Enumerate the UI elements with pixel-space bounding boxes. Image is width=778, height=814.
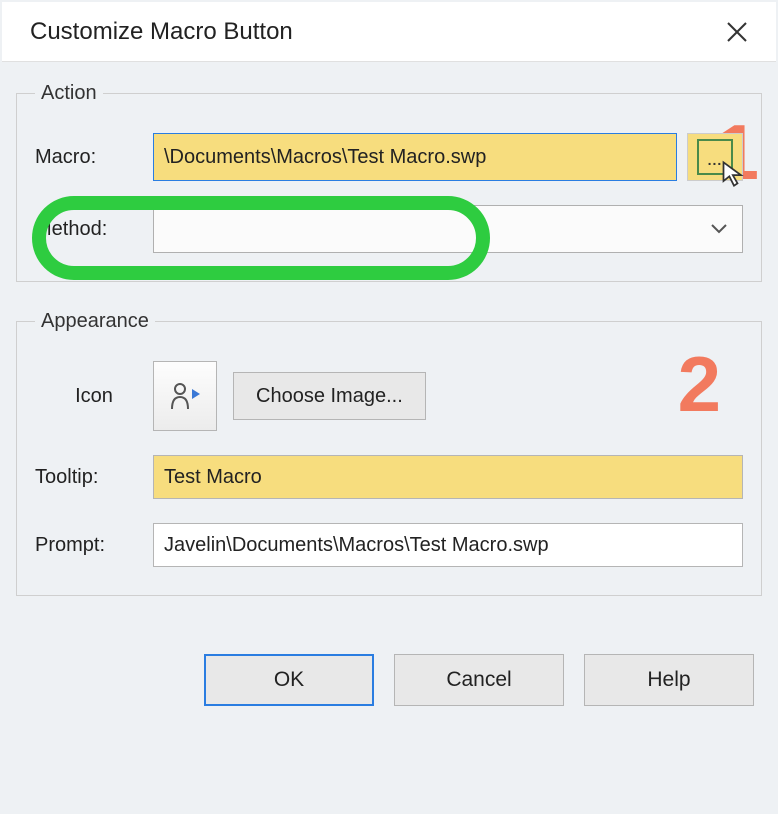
chevron-down-icon xyxy=(710,223,728,235)
method-label: Method: xyxy=(35,218,153,241)
prompt-row: Prompt: Javelin\Documents\Macros\Test Ma… xyxy=(35,523,743,567)
tooltip-input[interactable]: Test Macro xyxy=(153,455,743,499)
macro-input[interactable]: \Documents\Macros\Test Macro.swp xyxy=(153,133,677,181)
cursor-icon xyxy=(720,160,748,188)
icon-preview-button[interactable] xyxy=(153,361,217,431)
choose-image-label: Choose Image... xyxy=(256,385,403,408)
icon-row: Icon Choose Image... xyxy=(35,361,743,431)
ok-button[interactable]: OK xyxy=(204,654,374,706)
macro-row: Macro: \Documents\Macros\Test Macro.swp … xyxy=(35,133,743,181)
tooltip-value: Test Macro xyxy=(164,466,262,489)
prompt-input[interactable]: Javelin\Documents\Macros\Test Macro.swp xyxy=(153,523,743,567)
titlebar: Customize Macro Button xyxy=(2,2,776,62)
macro-label: Macro: xyxy=(35,146,153,169)
macro-value: \Documents\Macros\Test Macro.swp xyxy=(164,146,486,169)
choose-image-button[interactable]: Choose Image... xyxy=(233,372,426,420)
ok-label: OK xyxy=(274,668,304,692)
method-row: Method: xyxy=(35,205,743,253)
dialog-buttons: OK Cancel Help xyxy=(16,624,762,706)
dialog-window: Customize Macro Button Action 1 Macro: \… xyxy=(2,2,776,736)
dialog-body: Action 1 Macro: \Documents\Macros\Test M… xyxy=(2,62,776,736)
close-button[interactable] xyxy=(718,13,756,51)
tooltip-row: Tooltip: Test Macro xyxy=(35,455,743,499)
action-legend: Action xyxy=(35,82,103,105)
action-group: Action 1 Macro: \Documents\Macros\Test M… xyxy=(16,82,762,282)
icon-label: Icon xyxy=(35,385,153,408)
browse-button[interactable]: ... xyxy=(687,133,743,181)
tooltip-label: Tooltip: xyxy=(35,466,153,489)
method-dropdown[interactable] xyxy=(153,205,743,253)
prompt-value: Javelin\Documents\Macros\Test Macro.swp xyxy=(164,534,549,557)
appearance-legend: Appearance xyxy=(35,310,155,333)
help-label: Help xyxy=(647,668,690,692)
appearance-group: Appearance 2 Icon Choose Image... Toolti… xyxy=(16,310,762,596)
window-title: Customize Macro Button xyxy=(30,18,293,46)
prompt-label: Prompt: xyxy=(35,534,153,557)
cancel-button[interactable]: Cancel xyxy=(394,654,564,706)
macro-icon xyxy=(168,379,202,413)
cancel-label: Cancel xyxy=(446,668,511,692)
help-button[interactable]: Help xyxy=(584,654,754,706)
close-icon xyxy=(725,20,749,44)
